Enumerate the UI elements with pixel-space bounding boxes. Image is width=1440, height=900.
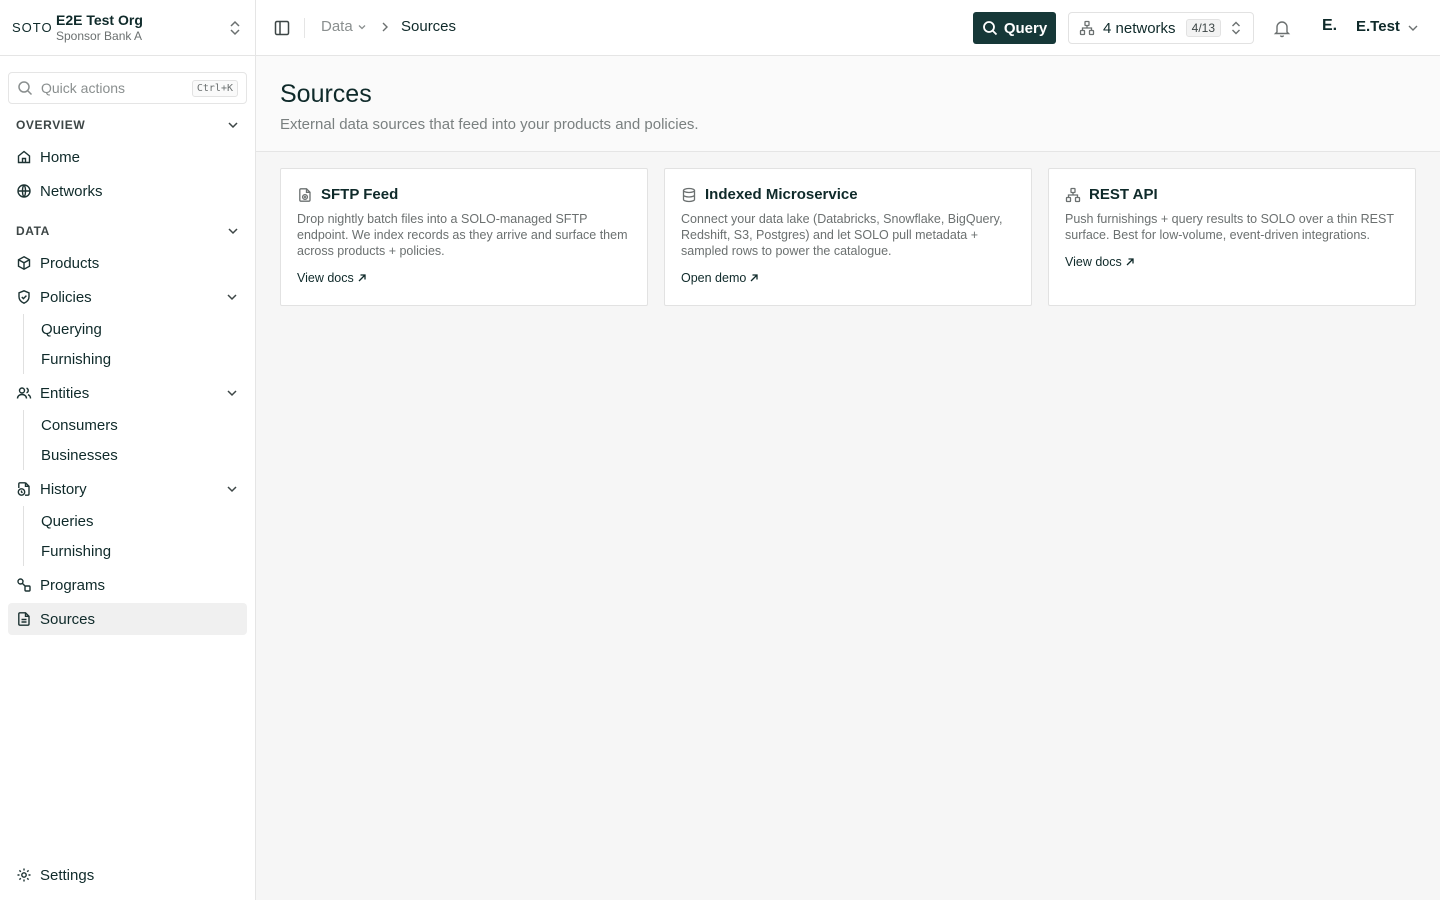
sidebar: SOTO E2E Test Org Sponsor Bank A Quick a… xyxy=(0,0,256,900)
arrow-up-right-icon xyxy=(358,274,366,282)
globe-icon xyxy=(17,184,31,198)
card-title: REST API xyxy=(1089,186,1158,203)
gear-icon xyxy=(17,868,31,882)
chevron-up-down-icon xyxy=(1232,21,1240,35)
box-icon xyxy=(17,256,31,270)
sidebar-item-policies[interactable]: Policies xyxy=(8,281,247,313)
sidebar-item-products[interactable]: Products xyxy=(8,247,247,279)
source-card-indexed-microservice[interactable]: Indexed Microservice Connect your data l… xyxy=(664,168,1032,306)
network-icon xyxy=(1065,187,1081,202)
sidebar-item-entities[interactable]: Entities xyxy=(8,377,247,409)
open-demo-link[interactable]: Open demo xyxy=(681,271,1015,285)
sidebar-item-sources[interactable]: Sources xyxy=(8,603,247,635)
network-selector[interactable]: 4 networks 4/13 xyxy=(1068,12,1254,44)
shield-check-icon xyxy=(18,290,30,304)
org-subtitle: Sponsor Bank A xyxy=(56,28,143,43)
breadcrumb-current: Sources xyxy=(401,18,457,35)
tree-line xyxy=(23,410,24,470)
file-clock-icon xyxy=(17,482,30,496)
chevron-down-icon[interactable] xyxy=(1406,21,1420,35)
divider xyxy=(304,18,305,38)
search-icon xyxy=(982,21,997,36)
arrow-up-right-icon xyxy=(750,274,758,282)
card-description: Connect your data lake (Databricks, Snow… xyxy=(681,212,1003,258)
search-placeholder: Quick actions xyxy=(41,80,126,96)
sidebar-subitem-history-furnishing[interactable]: Furnishing xyxy=(41,536,111,566)
file-text-icon xyxy=(18,612,30,626)
org-switcher[interactable]: SOTO E2E Test Org Sponsor Bank A xyxy=(0,0,255,56)
view-docs-link[interactable]: View docs xyxy=(297,271,631,285)
sidebar-subitem-furnishing[interactable]: Furnishing xyxy=(41,344,111,374)
arrow-up-right-icon xyxy=(1126,258,1134,266)
network-icon xyxy=(1079,20,1095,36)
sidebar-item-programs[interactable]: Programs xyxy=(8,569,247,601)
chevron-down-icon xyxy=(227,486,237,493)
users-icon xyxy=(16,387,32,399)
file-upload-icon xyxy=(299,187,311,202)
bell-icon[interactable] xyxy=(1273,18,1291,38)
sidebar-subitem-queries[interactable]: Queries xyxy=(41,506,94,536)
view-docs-link[interactable]: View docs xyxy=(1065,255,1399,269)
sidebar-subitem-querying[interactable]: Querying xyxy=(41,314,102,344)
sidebar-item-history[interactable]: History xyxy=(8,473,247,505)
section-data[interactable]: DATA xyxy=(16,221,240,241)
database-icon xyxy=(682,187,696,202)
shapes-icon xyxy=(17,578,31,592)
sidebar-item-home[interactable]: Home xyxy=(8,141,247,173)
query-button[interactable]: Query xyxy=(973,12,1056,44)
sidebar-subitem-consumers[interactable]: Consumers xyxy=(41,410,118,440)
chevron-down-icon xyxy=(228,228,238,235)
user-name[interactable]: E.Test xyxy=(1356,18,1400,35)
org-name: E2E Test Org xyxy=(56,11,143,28)
chevron-down-icon xyxy=(227,390,237,397)
sidebar-item-settings[interactable]: Settings xyxy=(8,859,247,891)
quick-actions-search[interactable]: Quick actions Ctrl+K xyxy=(8,72,247,104)
logo: SOTO xyxy=(12,20,53,35)
networks-count-badge: 4/13 xyxy=(1185,19,1221,37)
sidebar-toggle-icon[interactable] xyxy=(273,19,291,37)
page-title: Sources xyxy=(280,80,372,108)
card-description: Drop nightly batch files into a SOLO-man… xyxy=(297,212,628,258)
tree-line xyxy=(23,314,24,374)
card-description: Push furnishings + query results to SOLO… xyxy=(1065,212,1394,242)
sidebar-subitem-businesses[interactable]: Businesses xyxy=(41,440,118,470)
card-title: SFTP Feed xyxy=(321,186,399,203)
avatar[interactable]: E. xyxy=(1322,17,1337,35)
page-header: Sources External data sources that feed … xyxy=(256,56,1440,152)
topbar: Data Sources Query 4 networks 4/13 E. E.… xyxy=(256,0,1440,56)
search-icon xyxy=(18,81,33,96)
card-title: Indexed Microservice xyxy=(705,186,858,203)
source-card-sftp[interactable]: SFTP Feed Drop nightly batch files into … xyxy=(280,168,648,306)
chevron-up-down-icon xyxy=(230,20,240,35)
chevron-right-icon xyxy=(382,22,388,32)
section-overview[interactable]: OVERVIEW xyxy=(16,115,240,135)
breadcrumb-data[interactable]: Data xyxy=(321,18,368,35)
sidebar-item-networks[interactable]: Networks xyxy=(8,175,247,207)
page-subtitle: External data sources that feed into you… xyxy=(280,116,699,133)
tree-line xyxy=(23,506,24,566)
source-card-rest-api[interactable]: REST API Push furnishings + query result… xyxy=(1048,168,1416,306)
shortcut-hint: Ctrl+K xyxy=(191,79,238,97)
chevron-down-icon xyxy=(358,24,366,29)
home-icon xyxy=(17,150,31,164)
chevron-down-icon xyxy=(227,294,237,301)
chevron-down-icon xyxy=(228,122,238,129)
